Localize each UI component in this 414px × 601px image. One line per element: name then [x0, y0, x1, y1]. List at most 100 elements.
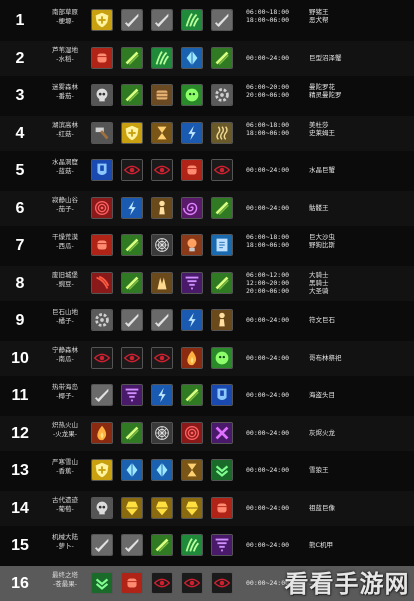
boss-names: 哥布林祭祀: [309, 354, 379, 362]
boss-name: 骷髅王: [309, 203, 329, 212]
watermark-text: 看看手游网: [284, 569, 410, 598]
boss-names: 骷髅王: [309, 204, 379, 212]
boss-names: 符文巨石: [309, 316, 379, 324]
tornado-icon: [211, 534, 233, 556]
row-number: 14: [11, 499, 29, 517]
claw-icon: [91, 271, 113, 294]
spawn-time: 00:00~24:00: [246, 316, 290, 324]
sword-icon: [151, 9, 173, 31]
sword-icon: [121, 534, 143, 556]
spawn-times: 06:00~18:00 18:00~06:00: [246, 8, 308, 24]
crystal-icon: [181, 46, 203, 69]
boss-name: 精灵曼陀罗: [309, 91, 342, 99]
boss-name: 巨大沙虫: [309, 233, 335, 241]
boss-name: 熊C机甲: [309, 541, 334, 549]
sword-icon: [121, 9, 143, 31]
hands-icon: [151, 271, 173, 294]
hammer-icon: [91, 121, 113, 144]
slash-icon: [211, 46, 233, 69]
spawn-times: 00:00~24:00: [246, 204, 308, 212]
eye-icon: [211, 571, 233, 594]
table-row: 10 宁静森林 -南瓜- 00:00~24:00 哥布林祭祀: [0, 340, 414, 376]
boss-name: 雪狼王: [309, 466, 329, 474]
table-row: 2 芦苇湿地 -水稻- 00:00~24:00 巨型沼泽蟹: [0, 40, 414, 76]
spawn-time: 00:00~24:00: [246, 53, 290, 62]
chevron-icon: [91, 571, 113, 594]
flame-icon: [91, 421, 113, 444]
site-watermark: 看看手游网: [282, 564, 412, 598]
zone-name: 芦苇湿地 -水稻-: [42, 46, 88, 64]
fist-icon: [91, 46, 113, 69]
spawn-time: 18:00~06:00: [246, 241, 290, 249]
spawn-time: 00:00~24:00: [246, 428, 290, 437]
eye-icon: [211, 159, 233, 181]
row-number: 12: [11, 424, 29, 442]
spawn-times: 06:00~18:00 18:00~06:00: [246, 233, 308, 249]
row-number: 6: [15, 199, 25, 217]
spawn-time: 06:00~12:00: [246, 270, 290, 279]
zone-crop: -水稻-: [56, 54, 74, 63]
spawn-times: 00:00~24:00: [246, 391, 308, 399]
spawn-time: 20:00~06:00: [246, 91, 290, 99]
zone-name: 巨石山地 -橘子-: [42, 308, 88, 326]
zone-crop: -梗塬-: [56, 17, 74, 25]
zone-crop: -葡萄-: [56, 504, 74, 513]
boss-names: 水晶巨蟹: [309, 166, 379, 174]
slash-icon: [211, 271, 233, 294]
zone-crop: -橘子-: [56, 317, 74, 325]
zone-crop: -萝卜-: [56, 542, 74, 550]
boss-name: 史莱姆王: [309, 128, 335, 137]
table-row: 1 南部草原 -梗塬- 06:00~18:00 18:00~06:00 野猪王 恶犬帮: [0, 3, 414, 38]
slash-icon: [121, 46, 143, 69]
zone-title: 古代遗迹: [52, 495, 78, 504]
hourglass-icon: [151, 121, 173, 144]
zone-name: 干燥荒漠 -西瓜-: [42, 233, 88, 251]
zone-name: 机械大陆 -萝卜-: [42, 533, 88, 551]
boss-names: 海盗头目: [309, 391, 379, 399]
face-icon: [211, 346, 233, 369]
boss-names: 灰烬火龙: [309, 429, 379, 437]
drum-icon: [151, 84, 173, 106]
row-number: 13: [11, 462, 29, 479]
eye-icon: [151, 159, 173, 181]
zone-title: 严寒雪山: [52, 458, 78, 466]
fist-icon: [91, 234, 113, 256]
row-number: 16: [11, 574, 29, 592]
pawn-icon: [211, 309, 233, 331]
spawn-times: 00:00~24:00: [246, 166, 308, 174]
boss-name: 野狗比斯: [309, 241, 335, 249]
table-row: 3 迷雾森林 -番茄- 06:00~20:00 20:00~06:00 曼陀罗花 精灵曼陀罗: [0, 78, 414, 113]
zone-title: 机械大陆: [52, 533, 78, 541]
boss-name: 大圣骑: [309, 286, 329, 295]
gem-icon: [151, 496, 173, 519]
skull-icon: [91, 84, 113, 106]
shield-icon: [91, 9, 113, 31]
boss-schedule-table: 1 南部草原 -梗塬- 06:00~18:00 18:00~06:00 野猪王 恶犬帮 2 芦苇…: [0, 0, 414, 601]
zone-crop: -蓝菇-: [56, 167, 74, 175]
hourglass-icon: [181, 459, 203, 481]
spawn-time: 00:00~24:00: [246, 353, 290, 362]
zone-name: 水晶洞窟 -蓝菇-: [42, 158, 88, 176]
book-icon: [211, 234, 233, 256]
boss-name: 祖蓝巨像: [309, 503, 335, 512]
zone-title: 热带海岛: [52, 383, 78, 391]
gem-icon: [121, 496, 143, 519]
tornado-icon: [181, 271, 203, 294]
face-icon: [181, 84, 203, 106]
boss-names: 曼陀罗花 精灵曼陀罗: [309, 83, 379, 99]
boss-names: 熊C机甲: [309, 541, 379, 549]
zone-name: 寂静山谷 -茄子-: [42, 196, 88, 214]
boss-names: 雪狼王: [309, 466, 379, 474]
zone-crop: -香蕉-: [56, 467, 74, 475]
boss-name: 哥布林祭祀: [309, 353, 342, 362]
spawn-times: 00:00~24:00: [246, 54, 308, 62]
spawn-time: 00:00~24:00: [246, 203, 290, 212]
sword-icon: [211, 9, 233, 31]
wave-icon: [211, 121, 233, 144]
spawn-times: 00:00~24:00: [246, 316, 308, 324]
zone-name: 炽热火山 -火龙果-: [42, 421, 88, 439]
boss-names: 野猪王 恶犬帮: [309, 8, 379, 24]
zone-title: 干燥荒漠: [52, 233, 78, 241]
eye-icon: [151, 346, 173, 369]
row-number: 11: [11, 387, 29, 404]
